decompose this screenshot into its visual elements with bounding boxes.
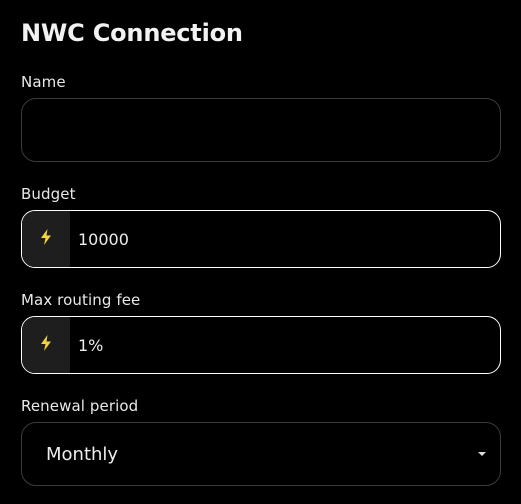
budget-field[interactable]: 10000 [21,210,501,268]
page-title: NWC Connection [21,19,243,47]
budget-input[interactable]: 10000 [70,211,500,267]
name-field[interactable] [21,98,501,162]
budget-addon [22,211,70,267]
chevron-down-icon [478,452,486,456]
renewal-period-label: Renewal period [21,397,139,415]
name-label: Name [21,73,66,91]
max-routing-fee-input[interactable]: 1% [70,317,500,373]
lightning-icon [40,335,52,355]
name-input[interactable] [22,99,500,161]
max-routing-fee-field[interactable]: 1% [21,316,501,374]
renewal-period-select[interactable]: Monthly [21,422,501,486]
renewal-period-value: Monthly [46,443,119,465]
max-routing-fee-label: Max routing fee [21,291,141,309]
max-routing-fee-addon [22,317,70,373]
lightning-icon [40,229,52,249]
budget-label: Budget [21,185,76,203]
